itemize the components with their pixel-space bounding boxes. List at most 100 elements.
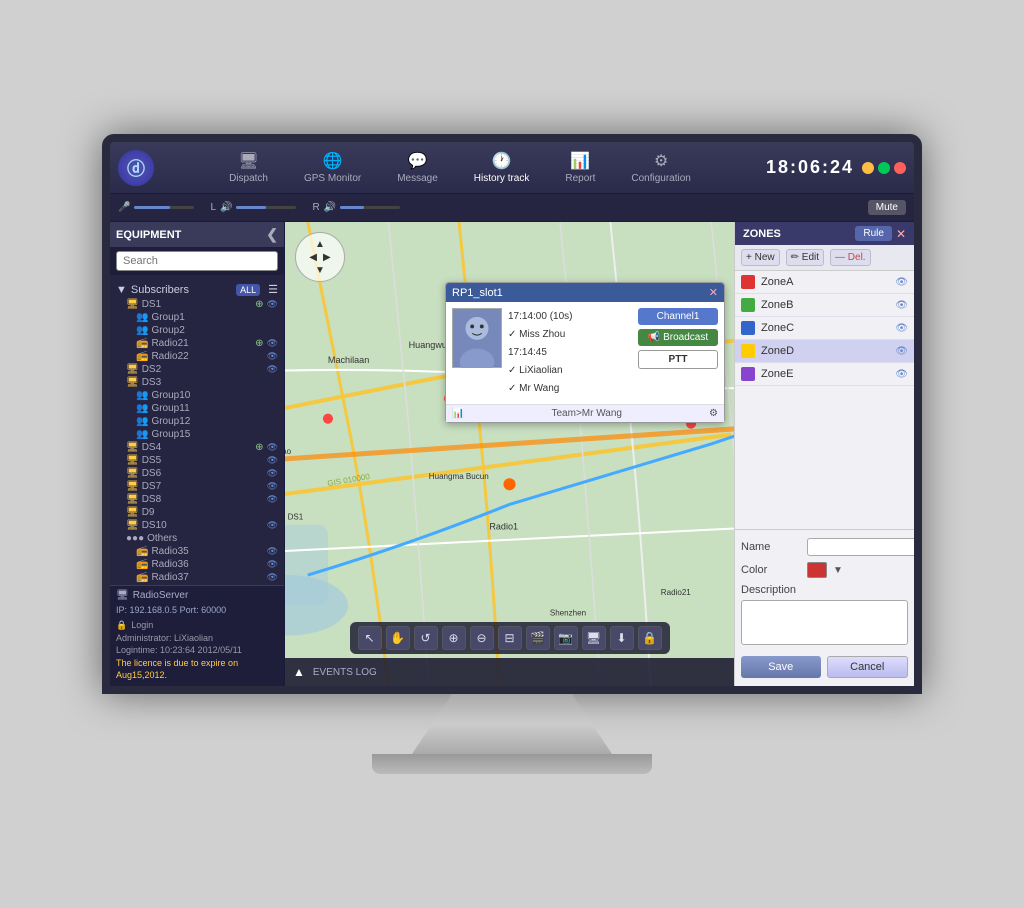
zone-item-d[interactable]: ZoneD 👁 [735,340,914,363]
tree-item-radio35[interactable]: 📻 Radio35 👁 [110,545,284,558]
broadcast-button[interactable]: 📢 Broadcast [638,329,718,346]
tree-item-ds7[interactable]: 🖥 DS7 👁 [110,480,284,493]
zone-item-b[interactable]: ZoneB 👁 [735,294,914,317]
zoneb-eye-icon[interactable]: 👁 [895,300,908,311]
tree-item-ds2[interactable]: 🖥 DS2 👁 [110,363,284,376]
nav-config[interactable]: ⚙ Configuration [623,147,698,188]
nav-gps[interactable]: 🌐 GPS Monitor [296,147,369,188]
zone-item-e[interactable]: ZoneE 👁 [735,363,914,386]
zonee-eye-icon[interactable]: 👁 [895,369,908,380]
color-dropdown-icon[interactable]: ▼ [833,565,843,576]
zonec-label: ZoneC [761,322,889,334]
minimize-button[interactable] [862,162,874,174]
audio-bar: 🎤 L 🔊 R 🔊 [110,194,914,222]
zonea-eye-icon[interactable]: 👁 [895,277,908,288]
tree-item-ds3[interactable]: 🖥 DS3 [110,376,284,389]
message-icon: 💬 [408,151,428,171]
gps-label: GPS Monitor [304,173,361,184]
delete-zone-button[interactable]: — Del. [830,249,871,266]
monitor-base [372,754,652,774]
name-input[interactable] [807,538,914,556]
popup-close-button[interactable]: ✕ [709,286,718,299]
mic-slider[interactable] [134,206,194,209]
tree-item-radio22[interactable]: 📻 Radio22 👁 [110,350,284,363]
ds5-eye-icon: 👁 [267,455,278,466]
zones-close-button[interactable]: ✕ [896,227,906,241]
zone-item-a[interactable]: ZoneA 👁 [735,271,914,294]
tree-item-ds5[interactable]: 🖥 DS5 👁 [110,454,284,467]
tree-item-group15[interactable]: 👥 Group15 [110,428,284,441]
tree-item-group10[interactable]: 👥 Group10 [110,389,284,402]
cancel-button[interactable]: Cancel [827,656,909,678]
video-tool[interactable]: 🎬 [526,626,550,650]
tree-item-group1[interactable]: 👥 Group1 [110,311,284,324]
zoom-in-tool[interactable]: ⊕ [442,626,466,650]
ds7-label: DS7 [142,481,161,492]
close-button[interactable] [894,162,906,174]
tree-item-d9[interactable]: 🖥 D9 [110,506,284,519]
tree-item-ds8[interactable]: 🖥 DS8 👁 [110,493,284,506]
zonea-color [741,275,755,289]
zonec-eye-icon[interactable]: 👁 [895,323,908,334]
lock-tool[interactable]: 🔒 [638,626,662,650]
ds8-icon: 🖥 [126,494,139,505]
nav-down-arrow[interactable]: ▼ [315,265,325,276]
speaker-slider[interactable] [236,206,296,209]
map-area[interactable]: Machilaan Huangwupai Kukengcun Debao Rad… [285,222,734,686]
tree-item-ds4[interactable]: 🖥 DS4 ⊕ 👁 [110,441,284,454]
admin-label: Administrator: LiXiaolian [116,632,278,645]
zone-item-c[interactable]: ZoneC 👁 [735,317,914,340]
hand-tool[interactable]: ✋ [386,626,410,650]
mute-button[interactable]: Mute [868,200,906,215]
nav-dispatch[interactable]: 🖥 Dispatch [221,147,276,188]
download-tool[interactable]: ⬇ [610,626,634,650]
nav-message[interactable]: 💬 Message [389,147,446,188]
r-speaker-icon: 🔊 [324,202,336,213]
maximize-button[interactable] [878,162,890,174]
tree-item-radio36[interactable]: 📻 Radio36 👁 [110,558,284,571]
tree-item-ds6[interactable]: 🖥 DS6 👁 [110,467,284,480]
zones-header: ZONES Rule ✕ [735,222,914,245]
tree-item-group11[interactable]: 👥 Group11 [110,402,284,415]
nav-report[interactable]: 📊 Report [557,147,603,188]
save-button[interactable]: Save [741,656,821,678]
rule-button[interactable]: Rule [855,226,892,241]
tree-item-group2[interactable]: 👥 Group2 [110,324,284,337]
nav-circle[interactable]: ▲ ◀ ▶ ▼ [295,232,345,282]
nav-left-arrow[interactable]: ◀ [309,252,317,263]
zoned-eye-icon[interactable]: 👁 [895,346,908,357]
ds7-icon: 🖥 [126,481,139,492]
tree-item-group12[interactable]: 👥 Group12 [110,415,284,428]
nav-right-arrow[interactable]: ▶ [323,252,331,263]
time3: 17:14:45 [508,344,632,362]
channel-button[interactable]: Channel1 [638,308,718,325]
ds1-label: DS1 [142,299,161,310]
tree-item-others[interactable]: ●●● Others [110,532,284,545]
new-zone-button[interactable]: + New [741,249,780,266]
ptt-button[interactable]: PTT [638,350,718,369]
events-log[interactable]: ▲ EVENTS LOG [285,658,734,686]
camera-tool[interactable]: 📷 [554,626,578,650]
group10-icon: 👥 [136,390,148,401]
edit-zone-button[interactable]: ✏ Edit [786,249,824,266]
scale-tool[interactable]: ⊟ [498,626,522,650]
tree-item-ds10[interactable]: 🖥 DS10 👁 [110,519,284,532]
radio22-eye-icon: 👁 [267,351,278,362]
tree-item-ds1[interactable]: 🖥 DS1 ⊕ 👁 [110,298,284,311]
nav-history[interactable]: 🕐 History track [466,147,538,188]
tree-item-radio21[interactable]: 📻 Radio21 ⊕ 👁 [110,337,284,350]
collapse-button[interactable]: ❮ [266,226,278,243]
desc-textarea[interactable] [741,600,908,645]
color-swatch[interactable] [807,562,827,578]
tree-item-radio37[interactable]: 📻 Radio37 👁 [110,571,284,584]
cursor-tool[interactable]: ↖ [358,626,382,650]
search-input[interactable] [116,251,278,271]
screen-tool[interactable]: 🖥 [582,626,606,650]
r-slider[interactable] [340,206,400,209]
subscribers-header[interactable]: ▼ Subscribers ALL ☰ [110,281,284,298]
nav-up-arrow[interactable]: ▲ [315,239,325,250]
zoned-color [741,344,755,358]
refresh-tool[interactable]: ↺ [414,626,438,650]
zoom-out-tool[interactable]: ⊖ [470,626,494,650]
app-logo[interactable]: ⓓ [118,150,154,186]
